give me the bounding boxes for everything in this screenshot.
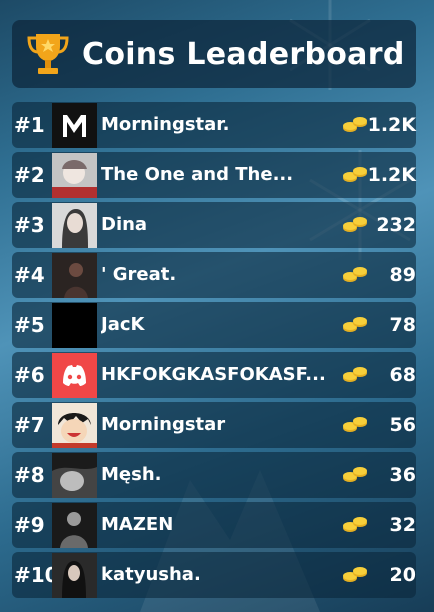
avatar — [52, 303, 97, 348]
leaderboard-row[interactable]: #7 Morningstar 56 — [12, 402, 416, 448]
page-title: Coins Leaderboard — [82, 36, 405, 72]
avatar — [52, 103, 97, 148]
avatar — [52, 553, 97, 598]
leaderboard-row[interactable]: #8 Męsh. 36 — [12, 452, 416, 498]
leaderboard-row[interactable]: #3 Dina 232 — [12, 202, 416, 248]
rank-label: #4 — [14, 263, 45, 287]
user-name: Morningstar. — [101, 114, 230, 135]
leaderboard-row[interactable]: #6 HKFOKGKASFOKASF... 68 — [12, 352, 416, 398]
leaderboard-row[interactable]: #10 katyusha. 20 — [12, 552, 416, 598]
avatar — [52, 153, 97, 198]
user-name: MAZEN — [101, 514, 174, 535]
leaderboard-row[interactable]: #4 ' Great. 89 — [12, 252, 416, 298]
leaderboard-row[interactable]: #9 MAZEN 32 — [12, 502, 416, 548]
coin-count: 89 — [389, 264, 416, 286]
user-name: Morningstar — [101, 414, 226, 435]
avatar — [52, 203, 97, 248]
rank-label: #1 — [14, 113, 45, 137]
user-name: ' Great. — [101, 264, 177, 285]
coin-count: 56 — [389, 414, 416, 436]
user-name: Męsh. — [101, 464, 162, 485]
trophy-icon — [24, 28, 72, 80]
coin-count: 20 — [389, 564, 416, 586]
rank-label: #8 — [14, 463, 45, 487]
rank-label: #3 — [14, 213, 45, 237]
user-name: The One and The... — [101, 164, 294, 185]
avatar — [52, 403, 97, 448]
leaderboard-list: #1 Morningstar. 1.2K #2 The One and The.… — [12, 102, 416, 602]
user-name: JacK — [101, 314, 145, 335]
leaderboard-header: Coins Leaderboard — [12, 20, 416, 88]
rank-label: #2 — [14, 163, 45, 187]
coin-count: 36 — [389, 464, 416, 486]
leaderboard-row[interactable]: #2 The One and The... 1.2K — [12, 152, 416, 198]
avatar — [52, 453, 97, 498]
avatar — [52, 503, 97, 548]
discord-icon — [52, 353, 97, 398]
coin-count: 78 — [389, 314, 416, 336]
coin-count: 68 — [389, 364, 416, 386]
rank-label: #6 — [14, 363, 45, 387]
rank-label: #7 — [14, 413, 45, 437]
user-name: Dina — [101, 214, 148, 235]
user-name: HKFOKGKASFOKASF... — [101, 364, 326, 385]
rank-label: #5 — [14, 313, 45, 337]
user-name: katyusha. — [101, 564, 201, 585]
coin-count: 32 — [389, 514, 416, 536]
avatar — [52, 253, 97, 298]
coin-count: 232 — [376, 214, 416, 236]
rank-label: #9 — [14, 513, 45, 537]
leaderboard-row[interactable]: #1 Morningstar. 1.2K — [12, 102, 416, 148]
leaderboard-row[interactable]: #5 JacK 78 — [12, 302, 416, 348]
coin-count: 1.2K — [367, 114, 416, 136]
coin-count: 1.2K — [367, 164, 416, 186]
